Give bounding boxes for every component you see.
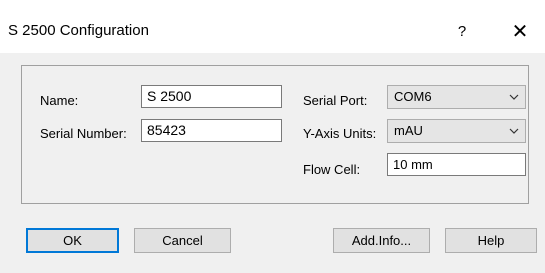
serial-number-field[interactable]: 85423: [141, 119, 282, 142]
y-axis-units-select[interactable]: mAU: [387, 119, 526, 143]
serial-number-label: Serial Number:: [40, 126, 127, 141]
add-info-button[interactable]: Add.Info...: [333, 228, 430, 253]
help-button[interactable]: Help: [445, 228, 537, 253]
y-axis-units-value: mAU: [394, 123, 423, 138]
top-strip: [0, 0, 545, 8]
serial-port-label: Serial Port:: [303, 93, 368, 108]
flow-cell-label: Flow Cell:: [303, 162, 361, 177]
window-title: S 2500 Configuration: [8, 22, 149, 39]
chevron-down-icon: [509, 94, 519, 100]
name-field[interactable]: S 2500: [141, 85, 282, 108]
cancel-button[interactable]: Cancel: [134, 228, 231, 253]
serial-port-value: COM6: [394, 89, 432, 104]
help-icon[interactable]: ?: [442, 16, 482, 46]
ok-button[interactable]: OK: [26, 228, 119, 253]
settings-group-box: Name: S 2500 Serial Number: 85423 Serial…: [21, 65, 529, 204]
flow-cell-field[interactable]: 10 mm: [387, 153, 526, 176]
name-label: Name:: [40, 93, 79, 108]
y-axis-units-label: Y-Axis Units:: [303, 126, 377, 141]
configuration-dialog: S 2500 Configuration ? ✕ Name: S 2500 Se…: [0, 0, 545, 273]
close-icon[interactable]: ✕: [500, 16, 540, 46]
title-bar: S 2500 Configuration ? ✕: [0, 8, 545, 53]
chevron-down-icon: [509, 128, 519, 134]
serial-port-select[interactable]: COM6: [387, 85, 526, 109]
